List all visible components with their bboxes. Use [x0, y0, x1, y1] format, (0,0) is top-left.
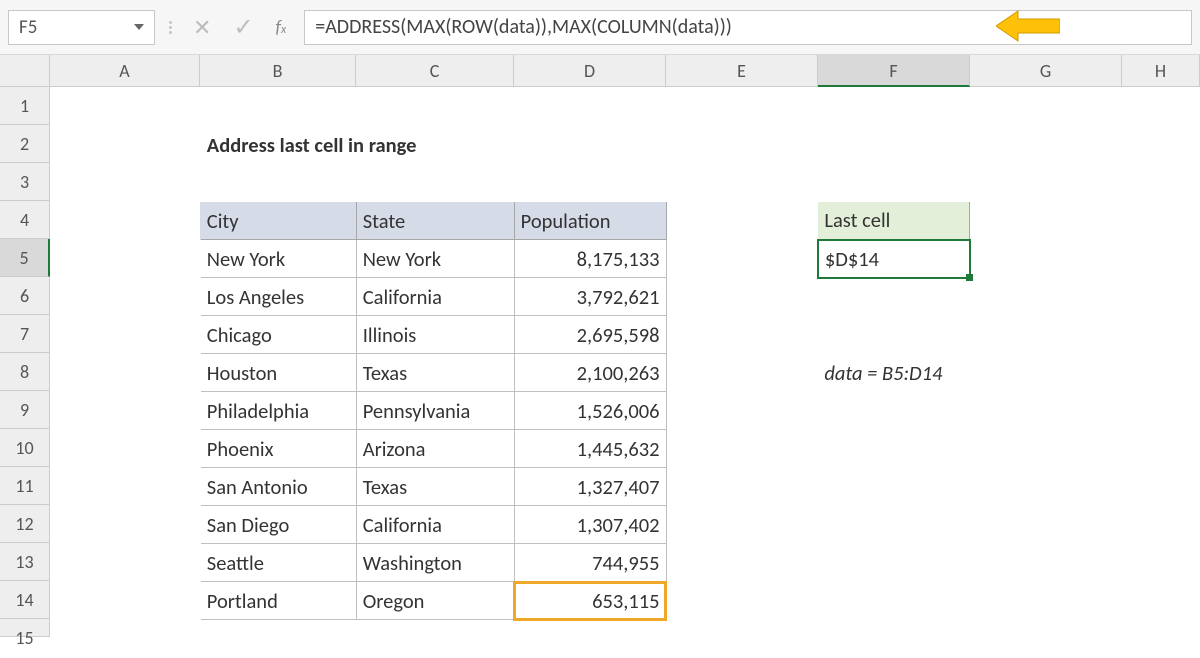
table-row[interactable]: New York — [200, 240, 356, 278]
table-row[interactable]: Philadelphia — [200, 392, 356, 430]
column-header[interactable]: E — [666, 55, 818, 87]
table-row[interactable]: San Antonio — [200, 468, 356, 506]
row-header[interactable]: 7 — [0, 315, 50, 353]
table-row[interactable]: 2,100,263 — [514, 354, 666, 392]
table-row[interactable]: Phoenix — [200, 430, 356, 468]
column-header[interactable]: C — [356, 55, 514, 87]
spreadsheet-grid: 123456789101112131415 ABCDEFGH Address l… — [0, 55, 1200, 630]
fx-icon[interactable]: fx — [276, 16, 291, 38]
table-row[interactable]: California — [356, 506, 514, 544]
row-header[interactable]: 11 — [0, 467, 50, 505]
formula-bar-buttons: ✕ ✓ fx — [185, 13, 298, 42]
table-row[interactable]: Arizona — [356, 430, 514, 468]
row-header[interactable]: 6 — [0, 277, 50, 315]
column-header[interactable]: F — [818, 55, 970, 87]
cells-area[interactable]: Address last cell in range City State Po… — [50, 87, 1200, 658]
table-row[interactable]: Texas — [356, 354, 514, 392]
table-header-city[interactable]: City — [200, 202, 356, 240]
name-box-value: F5 — [19, 16, 37, 39]
column-headers: ABCDEFGH — [50, 55, 1200, 87]
row-header[interactable]: 2 — [0, 125, 50, 163]
table-row[interactable]: 1,445,632 — [514, 430, 666, 468]
separator-dots-icon — [161, 21, 179, 34]
table-row[interactable]: Seattle — [200, 544, 356, 582]
table-row[interactable]: Pennsylvania — [356, 392, 514, 430]
row-header[interactable]: 3 — [0, 163, 50, 201]
enter-check-icon[interactable]: ✓ — [233, 13, 253, 42]
row-header[interactable]: 1 — [0, 87, 50, 125]
table-row[interactable]: Texas — [356, 468, 514, 506]
named-range-note: data = B5:D14 — [818, 354, 1122, 392]
column-header[interactable]: G — [970, 55, 1122, 87]
table-row[interactable]: New York — [356, 240, 514, 278]
cancel-icon[interactable]: ✕ — [193, 14, 211, 41]
row-header[interactable]: 12 — [0, 505, 50, 543]
table-row[interactable]: 2,695,598 — [514, 316, 666, 354]
row-header[interactable]: 8 — [0, 353, 50, 391]
row-header[interactable]: 14 — [0, 581, 50, 619]
table-row[interactable]: 1,327,407 — [514, 468, 666, 506]
table-row[interactable]: Illinois — [356, 316, 514, 354]
page-title: Address last cell in range — [200, 126, 666, 164]
table-row[interactable]: Los Angeles — [200, 278, 356, 316]
row-header[interactable]: 10 — [0, 429, 50, 467]
table-row[interactable]: Oregon — [356, 582, 514, 620]
table-row[interactable]: 1,526,006 — [514, 392, 666, 430]
table-row[interactable]: 1,307,402 — [514, 506, 666, 544]
table-row[interactable]: 3,792,621 — [514, 278, 666, 316]
table-row[interactable]: California — [356, 278, 514, 316]
row-header[interactable]: 5 — [0, 239, 50, 277]
last-cell-highlight[interactable]: 653,115 — [514, 582, 666, 620]
formula-bar-row: F5 ✕ ✓ fx =ADDRESS(MAX(ROW(data)),MAX(CO… — [0, 0, 1200, 55]
table-header-state[interactable]: State — [356, 202, 514, 240]
table-row[interactable]: Washington — [356, 544, 514, 582]
table-header-population[interactable]: Population — [514, 202, 666, 240]
table-row[interactable]: Chicago — [200, 316, 356, 354]
column-header[interactable]: D — [514, 55, 666, 87]
table-row[interactable]: San Diego — [200, 506, 356, 544]
select-all-corner[interactable] — [0, 55, 50, 87]
column-header[interactable]: H — [1122, 55, 1200, 87]
row-header[interactable]: 15 — [0, 619, 50, 637]
table-row[interactable]: Portland — [200, 582, 356, 620]
row-header[interactable]: 4 — [0, 201, 50, 239]
formula-text: =ADDRESS(MAX(ROW(data)),MAX(COLUMN(data)… — [315, 15, 732, 39]
result-label-cell[interactable]: Last cell — [818, 202, 970, 240]
selected-cell[interactable]: $D$14 — [818, 240, 970, 278]
column-header[interactable]: A — [50, 55, 200, 87]
formula-bar-input[interactable]: =ADDRESS(MAX(ROW(data)),MAX(COLUMN(data)… — [304, 10, 1192, 45]
table-row[interactable]: 744,955 — [514, 544, 666, 582]
row-header[interactable]: 13 — [0, 543, 50, 581]
name-box[interactable]: F5 — [8, 10, 155, 45]
chevron-down-icon — [134, 24, 144, 30]
row-headers: 123456789101112131415 — [0, 87, 50, 637]
left-gutter: 123456789101112131415 — [0, 55, 50, 630]
column-header[interactable]: B — [200, 55, 356, 87]
table-row[interactable]: Houston — [200, 354, 356, 392]
table-row[interactable]: 8,175,133 — [514, 240, 666, 278]
grid-body: ABCDEFGH Address last cell in range City… — [50, 55, 1200, 630]
cell-table: Address last cell in range City State Po… — [50, 87, 1200, 658]
row-header[interactable]: 9 — [0, 391, 50, 429]
